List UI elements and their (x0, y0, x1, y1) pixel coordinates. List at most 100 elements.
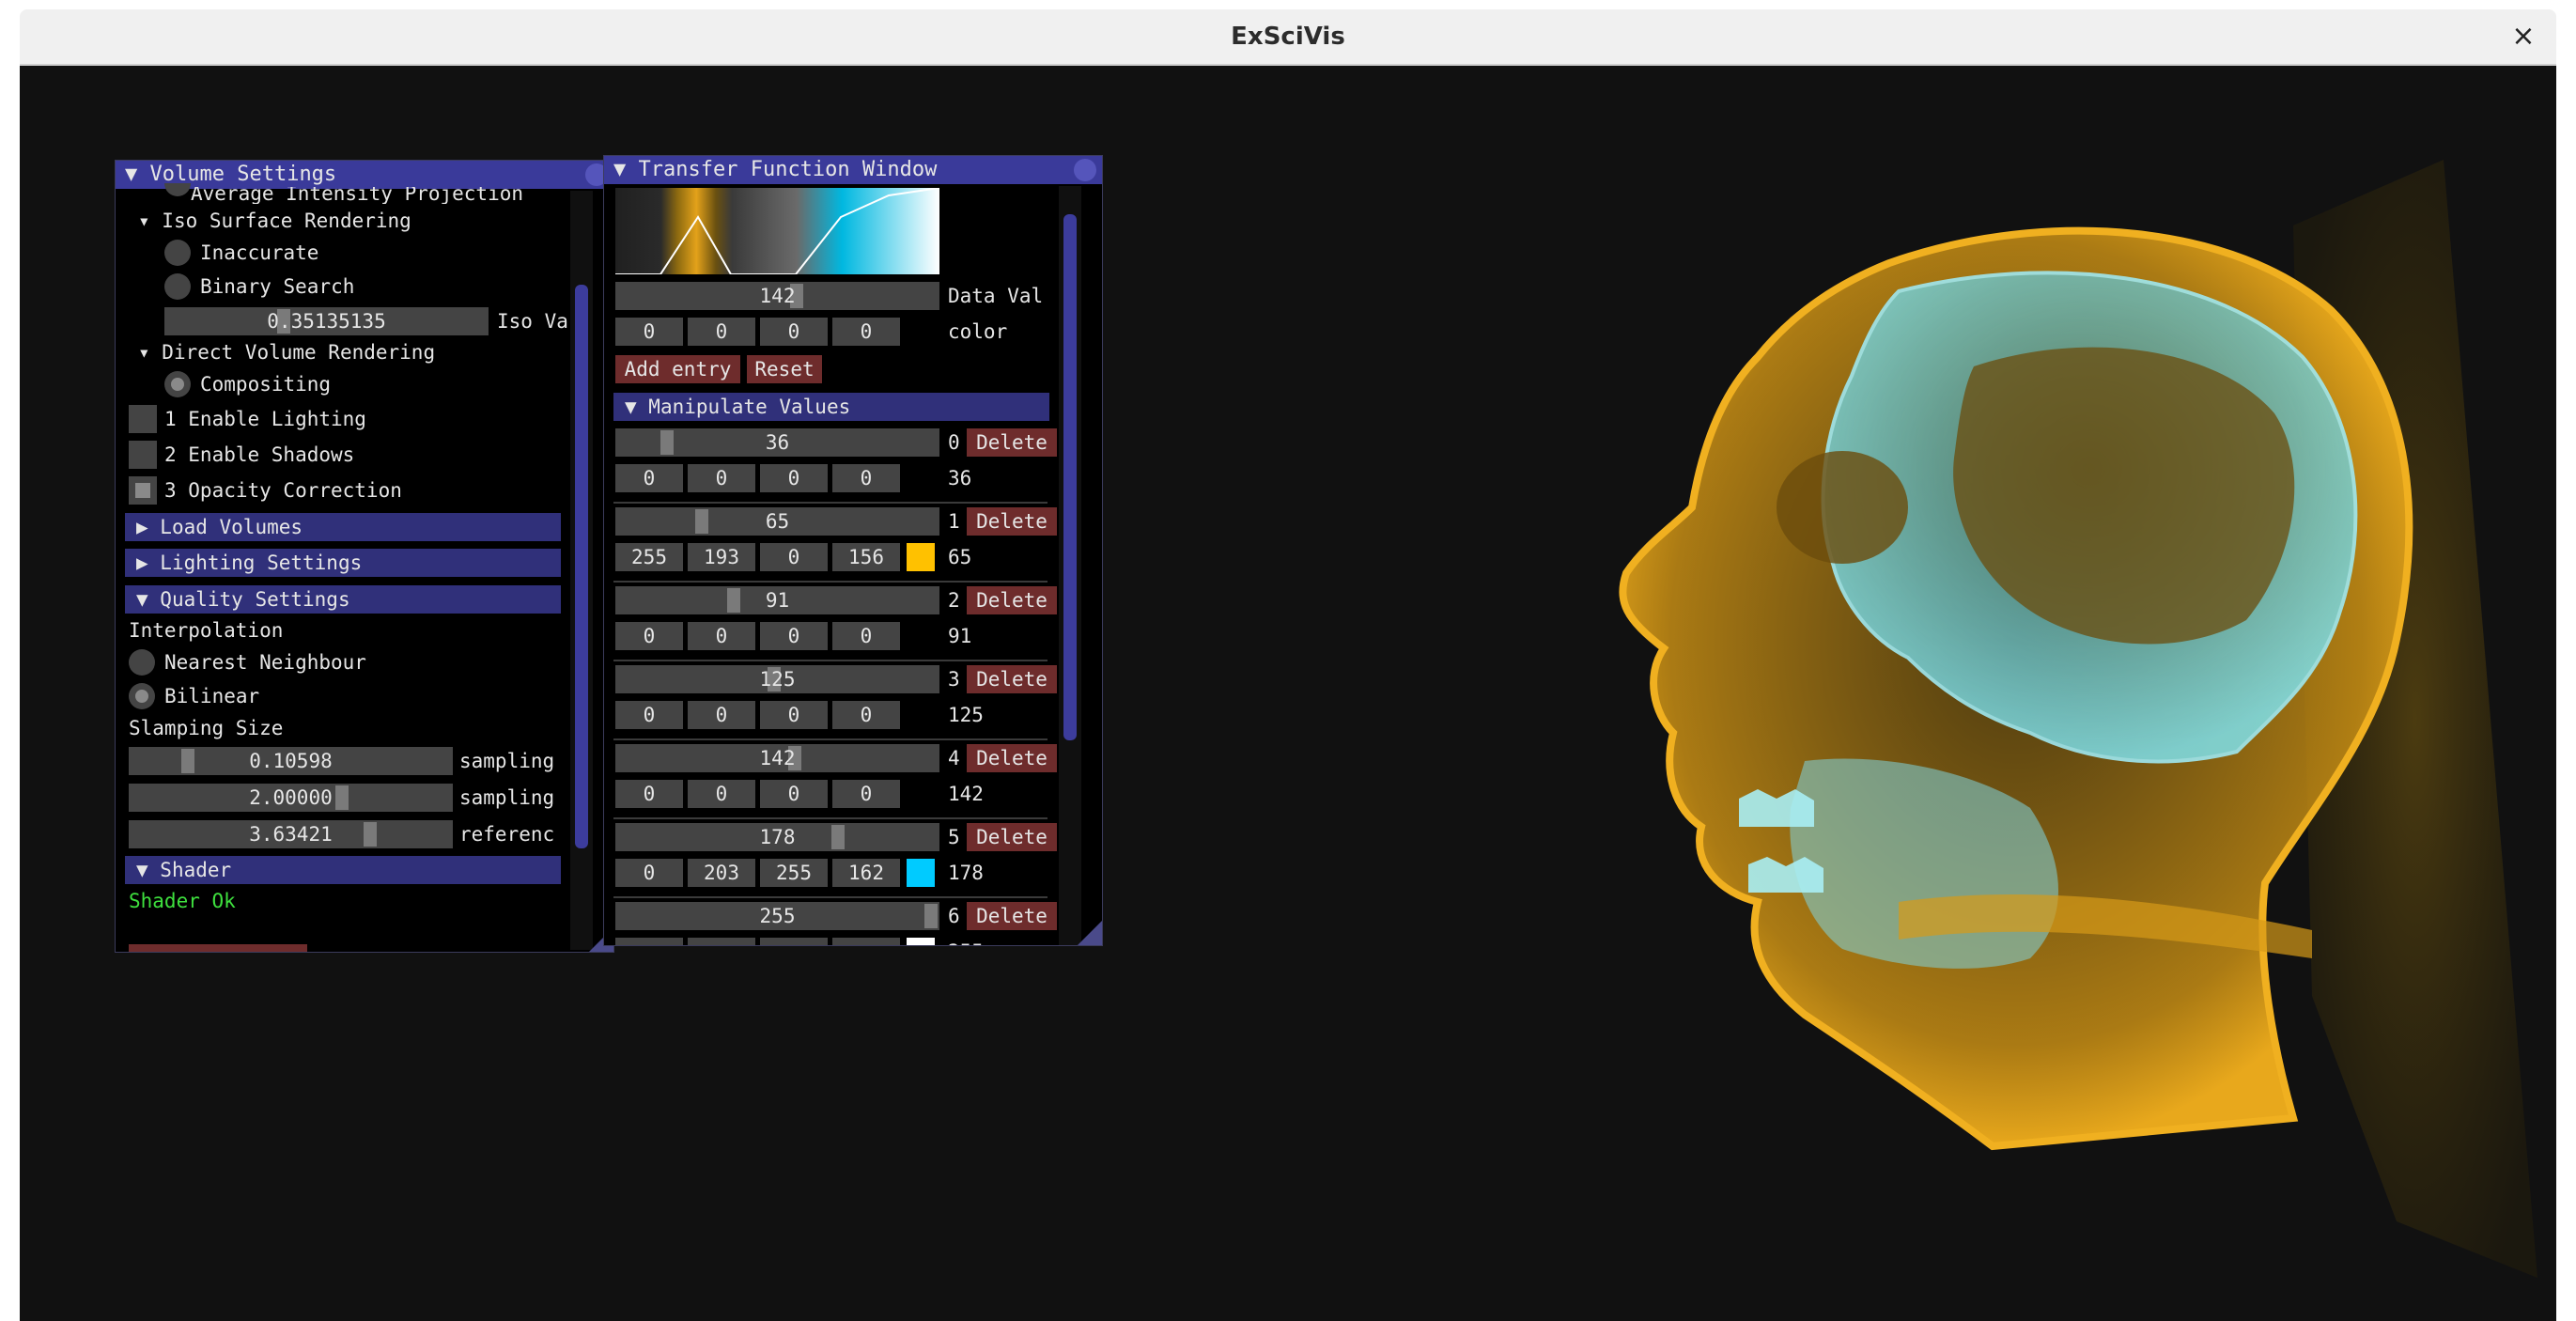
tf-entry-rgba-input[interactable]: 0 (615, 701, 683, 729)
tf-entry-rgba-input[interactable]: 0 (688, 780, 755, 808)
tf-entry-delete-button[interactable]: Delete (967, 744, 1057, 772)
tf-entry-rgba-input[interactable]: 0 (832, 780, 900, 808)
tf-entry-rgba-input[interactable]: 0 (615, 859, 683, 887)
tf-entry-rgba-input[interactable]: 0 (615, 464, 683, 492)
slider-grab[interactable] (727, 588, 740, 613)
checkbox-enable-lighting[interactable] (129, 405, 157, 433)
radio-bilinear[interactable] (129, 683, 155, 709)
tf-entry-delete-button[interactable]: Delete (967, 428, 1057, 457)
tf-entry-rgba-input[interactable]: 0 (615, 780, 683, 808)
clipped-button[interactable] (129, 944, 307, 952)
tf-entry-rgba-input[interactable]: 0 (760, 780, 828, 808)
tf-entry-delete-button[interactable]: Delete (967, 507, 1057, 536)
tf-entry-rgba-input[interactable]: 0 (832, 464, 900, 492)
tf-entry-color-swatch[interactable] (907, 543, 935, 571)
slider-grab[interactable] (831, 825, 845, 849)
radio-inaccurate[interactable] (164, 240, 191, 266)
tf-entry-rgba-input[interactable]: 255 (760, 859, 828, 887)
tf-entry-delete-button[interactable]: Delete (967, 902, 1057, 930)
tf-entry-rgba-input[interactable] (832, 938, 900, 945)
load-volumes-header[interactable]: ▶ Load Volumes (125, 513, 561, 541)
tf-entry-rgba-input[interactable] (688, 938, 755, 945)
render-viewport[interactable]: ▼ Volume Settings Average Intensity Proj… (20, 66, 2556, 1321)
tf-entry-rgba-input[interactable]: 0 (832, 622, 900, 650)
tf-entry-rgba-input[interactable]: 0 (688, 701, 755, 729)
tf-entry-rgba-input[interactable]: 0 (688, 622, 755, 650)
tf-entry-rgba-input[interactable] (760, 938, 828, 945)
tf-entry-rgba-input[interactable] (615, 938, 683, 945)
color-g-input[interactable]: 0 (688, 318, 755, 346)
tf-entry-value-slider[interactable]: 142 (615, 744, 939, 772)
radio-nearest-neighbour[interactable] (129, 649, 155, 676)
tf-entry-color-swatch[interactable] (907, 622, 935, 650)
slider-grab[interactable] (364, 822, 377, 847)
tf-entry-rgba-input[interactable]: 162 (832, 859, 900, 887)
tf-entry-color-swatch[interactable] (907, 938, 935, 945)
tf-entry-value-slider[interactable]: 125 (615, 665, 939, 693)
tf-entry-rgba-input[interactable]: 0 (688, 464, 755, 492)
tf-entry-color-swatch[interactable] (907, 780, 935, 808)
tf-entry-value-slider[interactable]: 36 (615, 428, 939, 457)
manipulate-values-header[interactable]: ▼ Manipulate Values (613, 393, 1049, 421)
iso-value-label: Iso Va (497, 310, 568, 333)
volume-settings-scrollbar[interactable] (570, 191, 593, 950)
tf-entry-rgba-input[interactable]: 0 (760, 464, 828, 492)
tf-entry-rgba-input[interactable]: 0 (760, 701, 828, 729)
slider-grab[interactable] (695, 509, 708, 534)
scrollbar-thumb[interactable] (575, 285, 588, 848)
transfer-function-plot[interactable] (615, 188, 939, 274)
radio-compositing[interactable] (164, 371, 191, 397)
slider-grab[interactable] (335, 785, 349, 810)
dvr-header[interactable]: ▾ Direct Volume Rendering (138, 339, 435, 365)
tf-entry-rgba-input[interactable]: 0 (615, 622, 683, 650)
triangle-down-icon: ▼ (125, 163, 150, 186)
data-value-slider[interactable]: 142 (615, 282, 939, 310)
color-swatch[interactable] (907, 318, 935, 346)
tf-entry-delete-button[interactable]: Delete (967, 665, 1057, 693)
tf-entry-rgba-input[interactable]: 0 (760, 543, 828, 571)
sampling-slider-2[interactable]: 2.00000 (129, 784, 453, 812)
tf-entry-rgba-input[interactable]: 193 (688, 543, 755, 571)
radio-binary-search[interactable] (164, 273, 191, 300)
transfer-function-titlebar[interactable]: ▼ Transfer Function Window (604, 156, 1102, 184)
iso-surface-header[interactable]: ▾ Iso Surface Rendering (138, 208, 411, 234)
checkbox-enable-shadows[interactable] (129, 441, 157, 469)
add-entry-button[interactable]: Add entry (615, 355, 740, 383)
tf-entry-value-slider[interactable]: 65 (615, 507, 939, 536)
scrollbar-thumb[interactable] (1063, 214, 1077, 740)
shader-header[interactable]: ▼ Shader (125, 856, 561, 884)
volume-settings-window[interactable]: ▼ Volume Settings Average Intensity Proj… (115, 160, 614, 953)
tf-entry-color-swatch[interactable] (907, 859, 935, 887)
tf-entry-color-swatch[interactable] (907, 701, 935, 729)
color-b-input[interactable]: 0 (760, 318, 828, 346)
color-r-input[interactable]: 0 (615, 318, 683, 346)
reset-button[interactable]: Reset (747, 355, 822, 383)
iso-value-slider[interactable]: 0.35135135 (164, 307, 489, 335)
tf-entry-delete-button[interactable]: Delete (967, 823, 1057, 851)
checkbox-opacity-correction[interactable] (129, 476, 157, 505)
reference-slider[interactable]: 3.63421 (129, 820, 453, 848)
tf-entry-delete-button[interactable]: Delete (967, 586, 1057, 614)
tf-entry-rgba-input[interactable]: 0 (832, 701, 900, 729)
transfer-function-scrollbar[interactable] (1059, 186, 1081, 945)
tf-entry-value-slider[interactable]: 91 (615, 586, 939, 614)
color-a-input[interactable]: 0 (832, 318, 900, 346)
sampling-slider-1[interactable]: 0.10598 (129, 747, 453, 775)
slider-grab[interactable] (660, 430, 674, 455)
tf-entry-rgba-input[interactable]: 156 (832, 543, 900, 571)
slider-grab[interactable] (181, 749, 194, 773)
lighting-settings-header[interactable]: ▶ Lighting Settings (125, 549, 561, 577)
circle-button-icon[interactable] (1074, 159, 1096, 181)
tf-entry-rgba-input[interactable]: 203 (688, 859, 755, 887)
tf-entry-rgba-input[interactable]: 255 (615, 543, 683, 571)
slider-grab[interactable] (924, 904, 938, 928)
quality-settings-header[interactable]: ▼ Quality Settings (125, 585, 561, 614)
radio-clipped[interactable] (164, 183, 191, 196)
resize-grip-icon[interactable] (1078, 921, 1102, 945)
transfer-function-window[interactable]: ▼ Transfer Function Window 142 Data Val … (603, 155, 1103, 946)
close-icon[interactable]: × (2507, 21, 2539, 53)
tf-entry-value-slider[interactable]: 178 (615, 823, 939, 851)
tf-entry-color-swatch[interactable] (907, 464, 935, 492)
tf-entry-rgba-input[interactable]: 0 (760, 622, 828, 650)
tf-entry-value-slider[interactable]: 255 (615, 902, 939, 930)
